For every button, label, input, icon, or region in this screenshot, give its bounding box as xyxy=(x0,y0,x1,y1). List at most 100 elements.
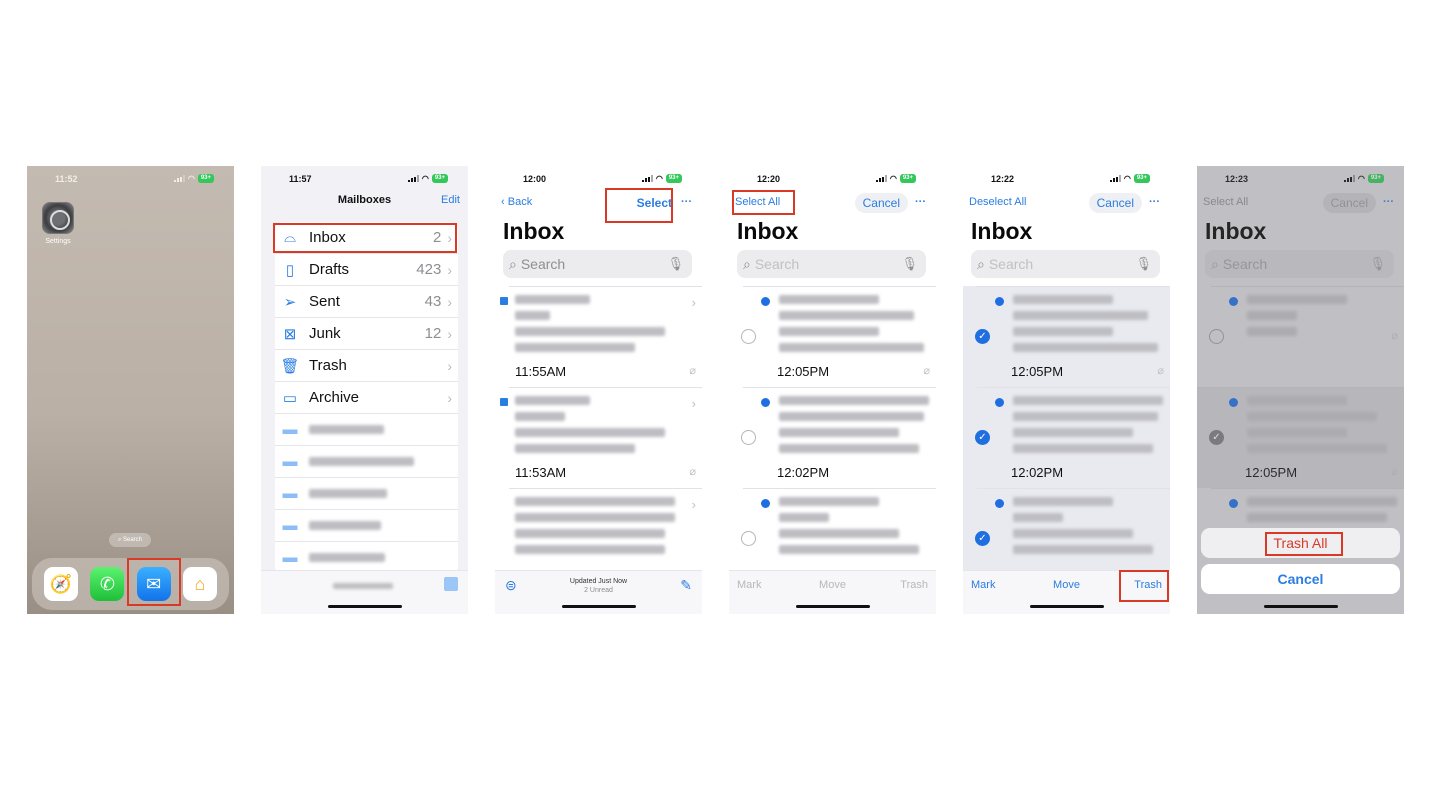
search-input[interactable]: ⌕ Search 🎙 xyxy=(503,250,692,278)
message-list: 12:05PM ⌀ 12:02PM xyxy=(729,286,936,570)
message-time: 12:05PM xyxy=(777,364,830,379)
folder-icon: ▬ xyxy=(282,421,298,438)
settings-app-label: Settings xyxy=(45,238,71,245)
select-all-button[interactable]: Select All xyxy=(735,196,780,208)
inbox-panel: 12:00 ◠ 93+ ‹ Back Select ··· Inbox ⌕ Sear… xyxy=(495,166,702,614)
phone-app-icon[interactable]: ✆ xyxy=(90,567,125,601)
search-input[interactable]: ⌕ Search 🎙 xyxy=(971,250,1160,278)
search-input[interactable]: ⌕ Search 🎙 xyxy=(737,250,926,278)
edit-button[interactable]: Edit xyxy=(441,194,460,206)
edit-toolbar: Mark Move Trash xyxy=(963,570,1170,614)
safari-app-icon[interactable]: 🧭 xyxy=(44,567,79,601)
back-label: Back xyxy=(507,196,533,208)
mailbox-sent[interactable]: ➢ Sent 43 › xyxy=(275,286,458,318)
inbox-toolbar: ⊜ Updated Just Now 2 Unread ✎ xyxy=(495,570,702,614)
wifi-icon: ◠ xyxy=(421,173,429,183)
signal-icon xyxy=(875,175,887,182)
unread-dot xyxy=(995,499,1004,508)
status-bar: 11:57 ◠ 93+ xyxy=(261,174,468,186)
mailboxes-title: Mailboxes xyxy=(337,194,392,206)
attachment-icon: ⌀ xyxy=(923,365,930,377)
trash-icon: 🗑 xyxy=(280,357,300,375)
wifi-icon: ◠ xyxy=(187,173,195,183)
message-row[interactable] xyxy=(741,488,936,570)
unread-dot xyxy=(761,398,770,407)
sheet-cancel-button[interactable]: Cancel xyxy=(1201,564,1400,594)
trash-all-button[interactable]: Trash All xyxy=(1201,528,1400,558)
more-icon[interactable]: ··· xyxy=(681,196,692,208)
cancel-button[interactable]: Cancel xyxy=(854,193,908,213)
tray-icon: ⌓ xyxy=(284,229,296,246)
chevron-right-icon: › xyxy=(447,389,452,406)
home-search-label: Search xyxy=(123,537,143,543)
battery-icon: 93+ xyxy=(431,174,448,183)
microphone-icon[interactable]: 🎙 xyxy=(1135,256,1152,272)
message-row[interactable]: › 11:55AM ⌀ xyxy=(500,286,702,387)
select-checkbox-checked[interactable]: ✓ xyxy=(975,531,990,546)
message-row[interactable]: ✓ 12:02PM xyxy=(975,387,1170,488)
mailbox-blurred[interactable]: ▬ xyxy=(275,414,458,446)
microphone-icon[interactable]: 🎙 xyxy=(901,256,918,272)
select-checkbox-checked[interactable]: ✓ xyxy=(975,329,990,344)
mailbox-blurred[interactable]: ▬ xyxy=(275,510,458,542)
mailbox-list: ⌓ Inbox 2 › ▯ Drafts 423 › ➢ Sent 43 › ⊠ Junk 12 › 🗑… xyxy=(275,222,458,574)
trash-button[interactable]: Trash xyxy=(900,579,928,591)
more-icon[interactable]: ··· xyxy=(1149,196,1160,208)
updated-status: Updated Just Now xyxy=(569,578,628,585)
deselect-all-button[interactable]: Deselect All xyxy=(969,196,1026,208)
mailbox-junk[interactable]: ⊠ Junk 12 › xyxy=(275,318,458,350)
home-search-button[interactable]: ⌕ Search xyxy=(109,533,151,547)
trash-all-confirm-panel: 12:23 ◠ 93+ Select All Cancel ··· Inbox ⌕… xyxy=(1197,166,1404,614)
search-placeholder: Search xyxy=(754,256,800,272)
search-icon: ⌕ xyxy=(743,255,751,272)
compose-icon[interactable]: ✎ xyxy=(680,577,692,594)
select-checkbox-checked[interactable]: ✓ xyxy=(975,430,990,445)
select-checkbox[interactable] xyxy=(741,430,756,445)
message-row[interactable]: 12:05PM ⌀ xyxy=(741,286,936,387)
select-checkbox[interactable] xyxy=(741,329,756,344)
home-indicator xyxy=(561,605,636,608)
microphone-icon[interactable]: 🎙 xyxy=(667,256,684,272)
mailbox-count: 43 xyxy=(424,293,442,310)
home-indicator xyxy=(795,605,870,608)
search-placeholder: Search xyxy=(988,256,1034,272)
message-time: 12:02PM xyxy=(1011,465,1064,480)
mailbox-drafts[interactable]: ▯ Drafts 423 › xyxy=(275,254,458,286)
message-row[interactable]: › xyxy=(509,488,702,570)
mailbox-name: Drafts xyxy=(309,261,350,278)
select-button[interactable]: Select xyxy=(637,196,672,210)
new-mailbox-icon[interactable] xyxy=(444,577,458,591)
message-row[interactable]: › 11:53AM ⌀ xyxy=(500,387,702,488)
trash-button[interactable]: Trash xyxy=(1134,579,1162,591)
chevron-right-icon: › xyxy=(447,293,452,310)
mailbox-inbox[interactable]: ⌓ Inbox 2 › xyxy=(275,222,458,254)
more-icon[interactable]: ··· xyxy=(915,196,926,208)
attachment-icon: ⌀ xyxy=(689,365,696,377)
mailbox-trash[interactable]: 🗑 Trash › xyxy=(275,350,458,382)
edit-toolbar: Mark Move Trash xyxy=(729,570,936,614)
folder-icon: ▬ xyxy=(282,517,298,534)
message-row[interactable]: ✓ 12:05PM ⌀ xyxy=(975,286,1170,387)
cancel-button[interactable]: Cancel xyxy=(1088,193,1142,213)
unread-dot xyxy=(761,297,770,306)
message-row[interactable]: ✓ xyxy=(975,488,1170,570)
unread-dot xyxy=(995,297,1004,306)
home-indicator xyxy=(327,605,402,608)
wifi-icon: ◠ xyxy=(655,173,663,183)
home-app-icon[interactable]: ⌂ xyxy=(182,567,217,601)
settings-app[interactable]: Settings xyxy=(41,202,75,245)
chevron-right-icon: › xyxy=(447,229,452,246)
status-time: 12:22 xyxy=(991,174,1015,184)
mailbox-archive[interactable]: ▭ Archive › xyxy=(275,382,458,414)
status-bar: 12:22 ◠ 93+ xyxy=(963,174,1170,186)
battery-icon: 93+ xyxy=(197,174,214,183)
search-icon: ⌕ xyxy=(509,255,517,272)
mailbox-blurred[interactable]: ▬ xyxy=(275,446,458,478)
mail-app-icon[interactable]: ✉ xyxy=(136,567,171,601)
signal-icon xyxy=(173,175,185,182)
select-checkbox[interactable] xyxy=(741,531,756,546)
back-button[interactable]: ‹ Back xyxy=(501,196,532,208)
mailbox-name: Junk xyxy=(309,325,341,342)
mailbox-blurred[interactable]: ▬ xyxy=(275,478,458,510)
message-row[interactable]: 12:02PM xyxy=(741,387,936,488)
